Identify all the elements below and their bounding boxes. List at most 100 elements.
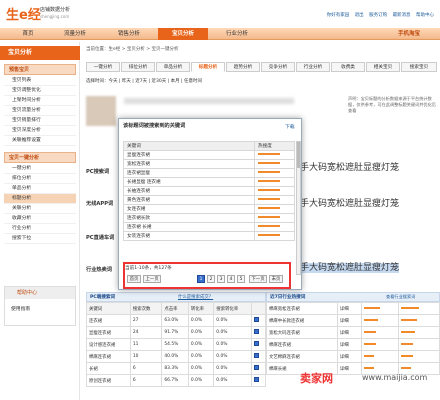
sidebar-item-title-analysis[interactable]: 标题分析: [4, 194, 76, 204]
checkbox[interactable]: [253, 317, 259, 322]
detail-link[interactable]: 详细: [336, 362, 363, 375]
subtab[interactable]: 一键分析: [86, 62, 120, 72]
label-hot-words: 行业热卖词: [86, 267, 112, 273]
promo-note: 声明：宝贝标题的分析数据来源于平台统计数据，仅供参考，可在此调整标题关键词并优化…: [348, 96, 436, 113]
detail-link[interactable]: 详细: [336, 302, 363, 315]
page-first[interactable]: 首页: [127, 275, 141, 283]
sidebar-item[interactable]: 关联推荐设置: [4, 136, 76, 146]
checkbox[interactable]: [253, 341, 259, 346]
top-link-logout[interactable]: 退出: [355, 13, 364, 18]
product-title-blurred: [124, 98, 294, 104]
table-row: 连衣裙 长裙: [123, 222, 295, 232]
sidebar-item[interactable]: 搜索下拉: [4, 234, 76, 244]
subtab[interactable]: 竞争分析: [261, 62, 295, 72]
checkbox[interactable]: [253, 377, 259, 382]
page-3[interactable]: 3: [217, 275, 225, 283]
col-header[interactable]: 关键词: [86, 302, 131, 315]
sidebar-item[interactable]: 宝贝列表: [4, 76, 76, 86]
table-row: 棉麻宽松连衣裙 详细: [266, 302, 440, 315]
time-filter[interactable]: 选择时间：今天 | 昨天 | 近7天 | 近30天 | 本月 | 任意时间: [86, 78, 202, 84]
table-row: 宽松连衣裙: [123, 159, 295, 169]
checkbox[interactable]: [253, 329, 259, 334]
top-link-user[interactable]: 你好有家园: [327, 13, 350, 18]
page-5[interactable]: 5: [237, 275, 245, 283]
modal-download-link[interactable]: 下载: [285, 123, 295, 130]
help-guide-link[interactable]: 使用指南: [11, 305, 30, 312]
sidebar-item[interactable]: 宝贝销量排行: [4, 116, 76, 126]
subtab[interactable]: 相关宝贝: [366, 62, 400, 72]
sidebar-item[interactable]: 关联分析: [4, 204, 76, 214]
sidebar-item[interactable]: 收藏分析: [4, 214, 76, 224]
sidebar-title: 宝贝分析: [0, 46, 80, 60]
table-row: 显瘦连衣裙 24 91.7% 0.0% 0.0%: [86, 326, 267, 339]
hot-words-link[interactable]: 查看行业搜索词: [386, 294, 415, 300]
pc-search-help-link[interactable]: 什么是搜索成交？: [178, 294, 213, 300]
col-header[interactable]: 搜索转化率: [213, 302, 252, 315]
subtab-title-analysis[interactable]: 标题分析: [191, 62, 225, 72]
sidebar-item[interactable]: 一键分析: [4, 164, 76, 174]
sidebar: 宝贝分析 预售宝贝 宝贝列表 宝贝调整优化 上架时间分析 宝贝流量分析 宝贝销量…: [0, 42, 80, 400]
logo-subtitle: 店铺数据分析: [40, 7, 71, 13]
table-row: 连衣裙显瘦: [123, 168, 295, 178]
table-row: 黄色连衣裙: [123, 195, 295, 205]
page-4[interactable]: 4: [227, 275, 235, 283]
detail-link[interactable]: 详细: [336, 314, 363, 327]
sidebar-item[interactable]: 排位分析: [4, 174, 76, 184]
sidebar-item[interactable]: 行业分析: [4, 224, 76, 234]
detail-link[interactable]: 详细: [336, 350, 363, 363]
modal-title: 该标题词被搜索到的关键词: [123, 123, 186, 129]
watermark: 卖家网: [300, 372, 333, 385]
sidebar-item[interactable]: 单品分析: [4, 184, 76, 194]
nav-tab-product[interactable]: 宝贝分析: [158, 28, 208, 40]
table-row: 女连衣裙: [123, 204, 295, 214]
nav-tab-sales[interactable]: 销售分析: [104, 28, 154, 40]
detail-link[interactable]: 详细: [336, 338, 363, 351]
subtab[interactable]: 行业分析: [296, 62, 330, 72]
nav-tab-industry[interactable]: 行业分析: [212, 28, 262, 40]
sidebar-cat-oneclick[interactable]: 宝贝一键分析: [4, 152, 76, 163]
subtab[interactable]: 收费类: [331, 62, 365, 72]
logo-url: shengjing.com: [40, 14, 70, 19]
col-header: 关键词: [123, 141, 255, 151]
nav-mobile-taobao[interactable]: 手机淘宝: [384, 28, 434, 40]
page-last[interactable]: 末页: [269, 275, 283, 283]
table-row: 长裙 6 83.3% 0.0% 0.0%: [86, 362, 267, 375]
sidebar-item[interactable]: 上架时间分析: [4, 96, 76, 106]
subtab[interactable]: 搜索宝贝: [401, 62, 437, 72]
modal-scrollbar[interactable]: [296, 141, 301, 275]
subtab[interactable]: 趋势分析: [226, 62, 260, 72]
top-link-order[interactable]: 服务订购: [369, 13, 387, 18]
detail-link[interactable]: 详细: [336, 326, 363, 339]
keyword-modal: 该标题词被搜索到的关键词 下载 关键词 热搜度 显瘦连衣裙 宽松连衣裙 连衣裙显瘦…: [118, 118, 302, 290]
logo[interactable]: 生e经: [6, 4, 41, 23]
sidebar-item[interactable]: 宝贝流量分析: [4, 106, 76, 116]
nav-tab-traffic[interactable]: 流量分析: [50, 28, 100, 40]
sidebar-item[interactable]: 宝贝调整优化: [4, 86, 76, 96]
table-row: 连衣裙长款: [123, 213, 295, 223]
checkbox[interactable]: [253, 353, 259, 358]
top-link-news[interactable]: 最新消息: [393, 13, 411, 18]
keyword-row: 手大码宽松遮肚显瘦灯笼: [300, 199, 400, 209]
subtab[interactable]: 排位分析: [121, 62, 155, 72]
pc-search-table-title: PC端搜索词: [90, 295, 116, 300]
label-app-search: 无线APP词: [86, 201, 114, 207]
page-2[interactable]: 2: [207, 275, 215, 283]
sidebar-item[interactable]: 宝贝深度分析: [4, 126, 76, 136]
nav-tab-home[interactable]: 首页: [8, 28, 48, 40]
table-row: 女装连衣裙: [123, 231, 295, 241]
label-pc-ztc: PC直通车词: [86, 235, 115, 241]
scroll-thumb[interactable]: [297, 142, 300, 168]
page-next[interactable]: 下一页: [249, 275, 267, 283]
col-header[interactable]: 转化率: [187, 302, 215, 315]
col-header[interactable]: 搜索次数: [129, 302, 163, 315]
page-1[interactable]: 1: [197, 275, 205, 283]
table-row: 棉麻连衣裙 10 40.0% 0.0% 0.0%: [86, 350, 267, 363]
checkbox[interactable]: [253, 365, 259, 370]
sidebar-cat-presale[interactable]: 预售宝贝: [4, 64, 76, 75]
col-header[interactable]: 点击率: [161, 302, 189, 315]
top-link-help[interactable]: 帮助中心: [416, 13, 434, 18]
subtab[interactable]: 单品分析: [156, 62, 190, 72]
pc-search-table: 关键词 搜索次数 点击率 转化率 搜索转化率 连衣裙 27 63.0% 0.0% 0.0…: [86, 302, 267, 387]
page-prev[interactable]: 上一页: [143, 275, 161, 283]
table-row: 长裙显瘦 连衣裙: [123, 177, 295, 187]
